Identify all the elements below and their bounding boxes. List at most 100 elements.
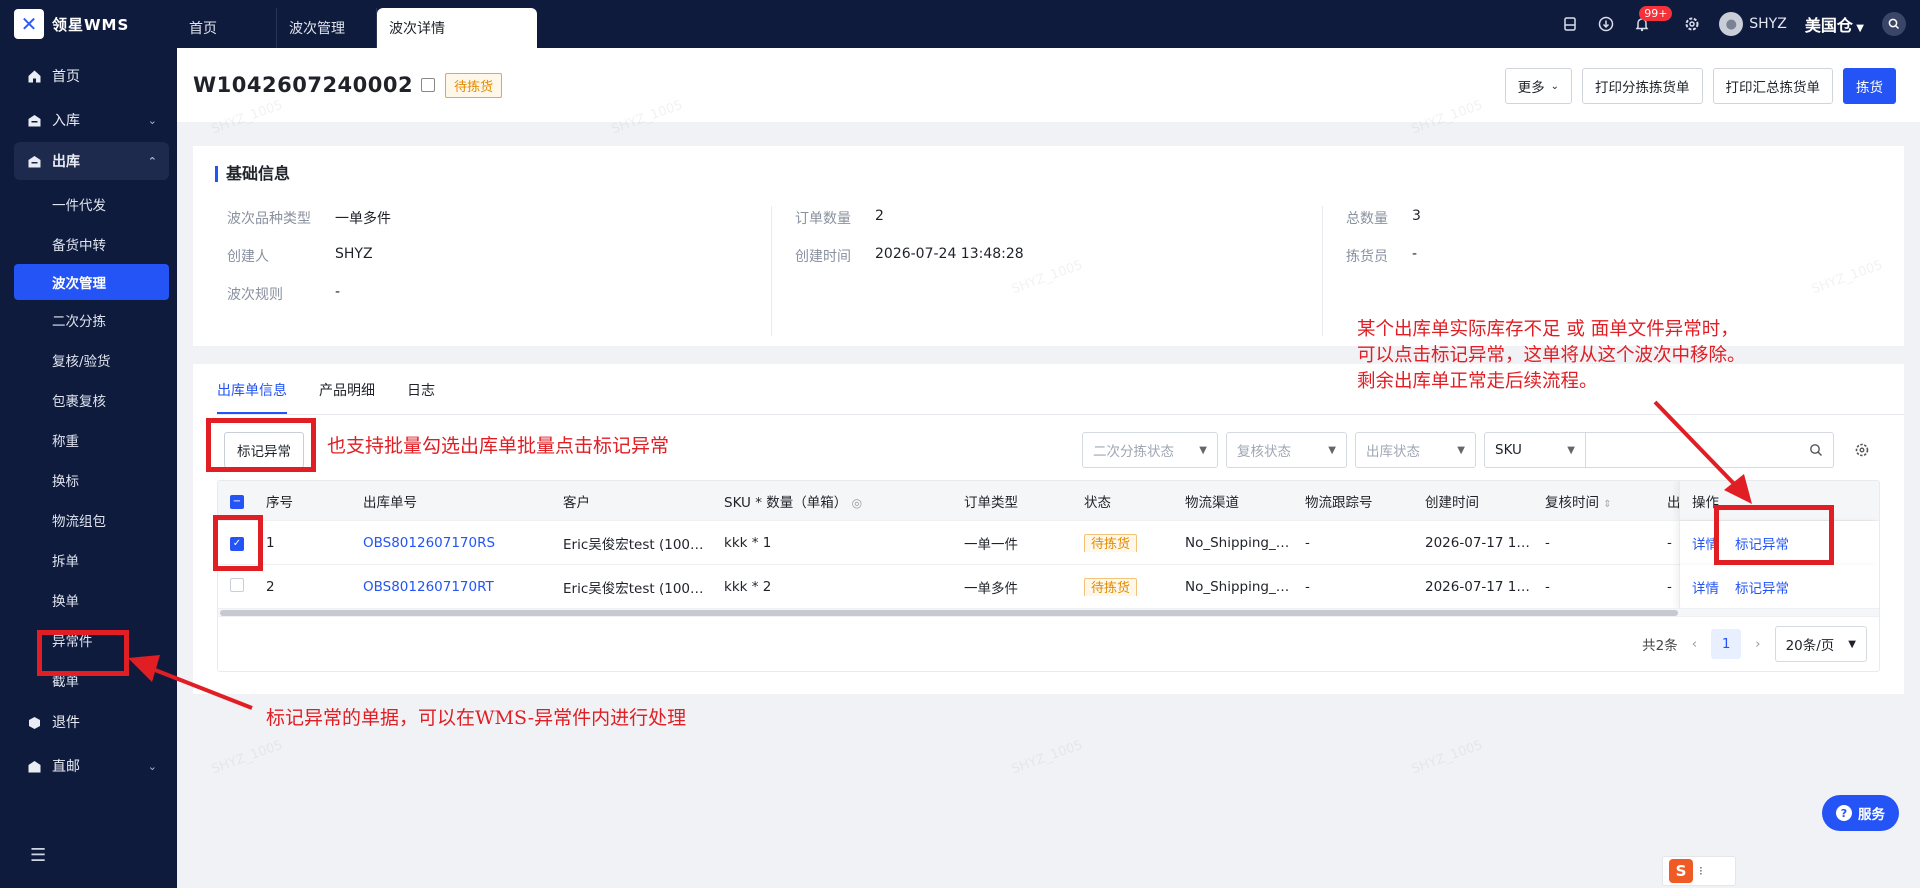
chevron-down-icon: ▼ — [1852, 23, 1864, 34]
sidebar-item-returns[interactable]: 退件 — [0, 700, 177, 744]
tab-home[interactable]: 首页 — [177, 8, 277, 48]
more-label: 更多 — [1517, 80, 1545, 96]
outbound-order-link[interactable]: OBS8012607170RT — [351, 579, 551, 595]
annotation-line: 剩余出库单正常走后续流程。 — [1357, 371, 1598, 392]
sort-icon[interactable]: ⇕ — [1603, 499, 1611, 510]
page-size-value: 20条/页 — [1785, 638, 1835, 654]
print-split-pick-button[interactable]: 打印分拣拣货单 — [1582, 68, 1703, 104]
select-placeholder: 出库状态 — [1366, 444, 1420, 460]
section-title: 基础信息 — [215, 166, 290, 182]
sidebar: 首页 入库 ⌄ 出库 ⌃ 一件代发 备货中转 波次管理 二次分拣 复核/验货 包… — [0, 48, 177, 888]
mark-exception-link[interactable]: 标记异常 — [1735, 577, 1789, 597]
page-number[interactable]: 1 — [1711, 629, 1742, 659]
sidebar-item-review[interactable]: 复核/验货 — [0, 340, 177, 380]
divider — [1322, 206, 1323, 336]
sku-search-input[interactable] — [1586, 432, 1834, 468]
select-all-checkbox[interactable]: − — [230, 494, 244, 509]
row-checkbox[interactable] — [230, 577, 244, 592]
annotation-box-mark-button — [206, 418, 316, 472]
tab-batch-detail[interactable]: 波次详情 — [377, 8, 537, 48]
chevron-down-icon: ▼ — [1848, 638, 1856, 650]
ime-toolbar[interactable]: S ⁝ — [1662, 856, 1736, 886]
cell-order-type: 一单一件 — [964, 536, 1018, 553]
cell-order-type: 一单多件 — [964, 580, 1018, 597]
username: SHYZ — [1749, 16, 1787, 32]
printer-icon[interactable] — [1561, 15, 1579, 33]
chevron-down-icon: ⌄ — [147, 113, 157, 127]
print-summary-pick-button[interactable]: 打印汇总拣货单 — [1712, 68, 1833, 104]
outbound-list-card: 出库单信息 产品明细 日志 标记异常 二次分拣状态 ▼ 复核状态 ▼ 出库状态 ▼ S… — [193, 364, 1904, 694]
next-page-icon[interactable]: › — [1755, 636, 1760, 652]
cell-created: 2026-07-17 17... — [1425, 534, 1533, 551]
more-button[interactable]: 更多 ⌄ — [1504, 68, 1572, 104]
sidebar-item-transfer[interactable]: 备货中转 — [0, 224, 177, 264]
table-row[interactable]: ✓ 1 OBS8012607170RS Eric吴俊宏test (10058..… — [218, 520, 1879, 565]
sidebar-item-change-order[interactable]: 换单 — [0, 580, 177, 620]
ime-option-icon[interactable]: ⁝ — [1699, 864, 1703, 878]
column-header: SKU * 数量（单箱） — [724, 494, 848, 511]
outbound-status-select[interactable]: 出库状态 ▼ — [1355, 432, 1476, 468]
direct-mail-icon — [26, 758, 42, 774]
pick-button[interactable]: 拣货 — [1843, 68, 1896, 104]
sidebar-item-label: 直邮 — [52, 759, 80, 775]
page-size-select[interactable]: 20条/页 ▼ — [1774, 626, 1867, 662]
annotation-line: 某个出库单实际库存不足 或 面单文件异常时， — [1357, 319, 1739, 340]
sidebar-item-package-review[interactable]: 包裹复核 — [0, 380, 177, 420]
sidebar-item-dropship[interactable]: 一件代发 — [0, 184, 177, 224]
tab-outbound-info[interactable]: 出库单信息 — [217, 380, 287, 414]
sidebar-item-home[interactable]: 首页 — [0, 54, 177, 98]
info-value: 一单多件 — [335, 211, 391, 227]
sidebar-item-weigh[interactable]: 称重 — [0, 420, 177, 460]
avatar: ● — [1719, 12, 1744, 36]
sku-search-group: SKU ▼ — [1484, 432, 1834, 468]
column-header: 出库单号 — [363, 494, 417, 511]
copy-icon[interactable] — [421, 78, 436, 92]
sidebar-item-batch-management[interactable]: 波次管理 — [14, 264, 169, 300]
bell-icon[interactable]: 99+ — [1633, 6, 1673, 33]
sidebar-item-logistics-pack[interactable]: 物流组包 — [0, 500, 177, 540]
prev-page-icon[interactable]: ‹ — [1692, 636, 1697, 652]
cell-tracking: - — [1305, 534, 1310, 551]
tab-batch-management[interactable]: 波次管理 — [277, 8, 377, 48]
sku-field-select[interactable]: SKU ▼ — [1484, 432, 1586, 468]
column-settings-icon[interactable] — [1852, 440, 1872, 460]
list-tabs: 出库单信息 产品明细 日志 — [217, 380, 435, 414]
sogou-ime-icon: S — [1669, 859, 1693, 883]
gear-icon[interactable] — [1683, 15, 1701, 33]
download-icon[interactable] — [1597, 15, 1615, 33]
collapse-menu-icon[interactable]: ☰ — [30, 845, 46, 866]
select-placeholder: 复核状态 — [1237, 444, 1291, 460]
brand-name: 领星WMS — [52, 15, 130, 34]
detail-link[interactable]: 详情 — [1692, 577, 1719, 597]
home-icon — [26, 68, 42, 84]
sidebar-item-secondary-sort[interactable]: 二次分拣 — [0, 300, 177, 340]
sidebar-item-split-order[interactable]: 拆单 — [0, 540, 177, 580]
sidebar-item-direct-mail[interactable]: 直邮 ⌄ — [0, 744, 177, 788]
cell-customer: Eric吴俊宏test (10058... — [563, 580, 712, 597]
search-icon[interactable] — [1882, 12, 1906, 36]
review-status-select[interactable]: 复核状态 ▼ — [1226, 432, 1347, 468]
info-key: 总数量 — [1346, 211, 1388, 227]
status-badge: 待拣货 — [1084, 534, 1138, 552]
scrollbar-thumb[interactable] — [220, 610, 1678, 616]
sidebar-item-outbound[interactable]: 出库 ⌃ — [14, 142, 169, 180]
table-row[interactable]: 2 OBS8012607170RT Eric吴俊宏test (10058... … — [218, 564, 1879, 609]
info-value: - — [1412, 246, 1418, 262]
service-button[interactable]: ? 服务 — [1822, 795, 1899, 831]
outbound-table: − 序号 出库单号 客户 SKU * 数量（单箱） ◎ 订单类型 状态 物流渠道… — [217, 480, 1880, 672]
sidebar-item-relabel[interactable]: 换标 — [0, 460, 177, 500]
annotation-line: 可以点击标记异常，这单将从这个波次中移除。 — [1357, 345, 1746, 366]
secondary-sort-status-select[interactable]: 二次分拣状态 ▼ — [1082, 432, 1218, 468]
tab-product-detail[interactable]: 产品明细 — [319, 380, 375, 414]
info-key: 订单数量 — [795, 211, 851, 227]
horizontal-scrollbar[interactable] — [218, 608, 1879, 616]
warehouse-selector[interactable]: 美国仓 ▼ — [1805, 12, 1864, 36]
info-column-3: 总数量 3 拣货员 - — [1346, 208, 1421, 284]
tab-log[interactable]: 日志 — [407, 380, 435, 414]
table-header: − 序号 出库单号 客户 SKU * 数量（单箱） ◎ 订单类型 状态 物流渠道… — [218, 481, 1879, 520]
search-icon[interactable] — [1809, 443, 1823, 457]
brand-logo[interactable]: ✕ 领星WMS — [0, 0, 177, 48]
user-menu[interactable]: ● SHYZ — [1719, 12, 1787, 36]
sidebar-item-inbound[interactable]: 入库 ⌄ — [0, 98, 177, 142]
outbound-order-link[interactable]: OBS8012607170RS — [351, 535, 551, 551]
